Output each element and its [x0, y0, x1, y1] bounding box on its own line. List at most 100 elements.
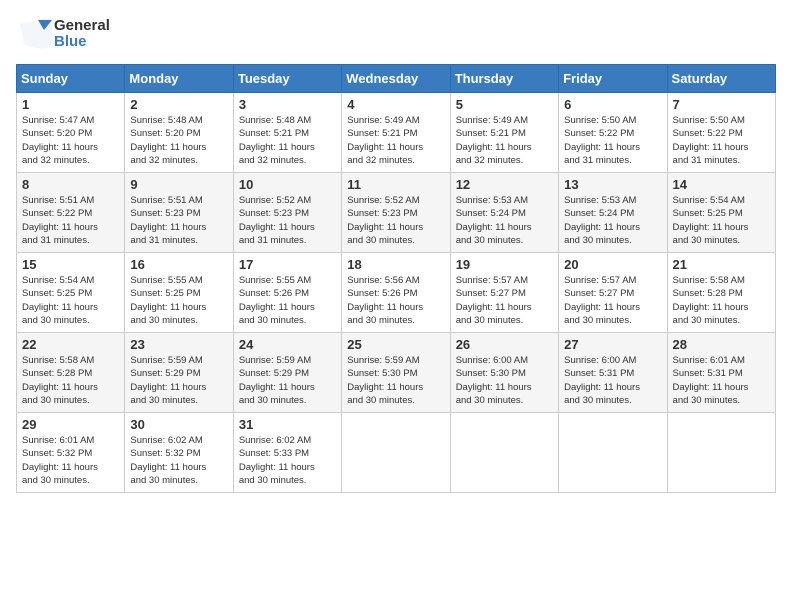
day-number: 20 [564, 257, 661, 272]
day-number: 18 [347, 257, 444, 272]
day-number: 31 [239, 417, 336, 432]
day-info: Sunrise: 5:48 AM Sunset: 5:21 PM Dayligh… [239, 114, 336, 167]
calendar-cell [450, 413, 558, 493]
calendar-cell: 25 Sunrise: 5:59 AM Sunset: 5:30 PM Dayl… [342, 333, 450, 413]
day-info: Sunrise: 5:51 AM Sunset: 5:22 PM Dayligh… [22, 194, 119, 247]
day-info: Sunrise: 5:59 AM Sunset: 5:29 PM Dayligh… [130, 354, 227, 407]
calendar-cell: 16 Sunrise: 5:55 AM Sunset: 5:25 PM Dayl… [125, 253, 233, 333]
day-info: Sunrise: 5:59 AM Sunset: 5:29 PM Dayligh… [239, 354, 336, 407]
calendar-cell: 31 Sunrise: 6:02 AM Sunset: 5:33 PM Dayl… [233, 413, 341, 493]
day-number: 17 [239, 257, 336, 272]
day-number: 10 [239, 177, 336, 192]
calendar-cell: 19 Sunrise: 5:57 AM Sunset: 5:27 PM Dayl… [450, 253, 558, 333]
day-info: Sunrise: 5:56 AM Sunset: 5:26 PM Dayligh… [347, 274, 444, 327]
day-info: Sunrise: 5:50 AM Sunset: 5:22 PM Dayligh… [564, 114, 661, 167]
day-info: Sunrise: 6:01 AM Sunset: 5:31 PM Dayligh… [673, 354, 770, 407]
calendar-week-row: 22 Sunrise: 5:58 AM Sunset: 5:28 PM Dayl… [17, 333, 776, 413]
day-info: Sunrise: 5:53 AM Sunset: 5:24 PM Dayligh… [456, 194, 553, 247]
day-info: Sunrise: 5:54 AM Sunset: 5:25 PM Dayligh… [673, 194, 770, 247]
day-info: Sunrise: 5:53 AM Sunset: 5:24 PM Dayligh… [564, 194, 661, 247]
calendar-cell [559, 413, 667, 493]
day-info: Sunrise: 6:00 AM Sunset: 5:30 PM Dayligh… [456, 354, 553, 407]
calendar-cell: 4 Sunrise: 5:49 AM Sunset: 5:21 PM Dayli… [342, 93, 450, 173]
calendar-cell: 29 Sunrise: 6:01 AM Sunset: 5:32 PM Dayl… [17, 413, 125, 493]
day-number: 4 [347, 97, 444, 112]
day-info: Sunrise: 5:52 AM Sunset: 5:23 PM Dayligh… [347, 194, 444, 247]
day-info: Sunrise: 5:55 AM Sunset: 5:25 PM Dayligh… [130, 274, 227, 327]
calendar-table: SundayMondayTuesdayWednesdayThursdayFrid… [16, 64, 776, 493]
day-number: 27 [564, 337, 661, 352]
day-number: 1 [22, 97, 119, 112]
calendar-cell: 13 Sunrise: 5:53 AM Sunset: 5:24 PM Dayl… [559, 173, 667, 253]
day-info: Sunrise: 5:47 AM Sunset: 5:20 PM Dayligh… [22, 114, 119, 167]
day-info: Sunrise: 6:00 AM Sunset: 5:31 PM Dayligh… [564, 354, 661, 407]
day-info: Sunrise: 5:55 AM Sunset: 5:26 PM Dayligh… [239, 274, 336, 327]
day-number: 21 [673, 257, 770, 272]
day-number: 14 [673, 177, 770, 192]
calendar-cell: 1 Sunrise: 5:47 AM Sunset: 5:20 PM Dayli… [17, 93, 125, 173]
day-number: 9 [130, 177, 227, 192]
calendar-cell: 30 Sunrise: 6:02 AM Sunset: 5:32 PM Dayl… [125, 413, 233, 493]
header-wednesday: Wednesday [342, 65, 450, 93]
calendar-cell: 2 Sunrise: 5:48 AM Sunset: 5:20 PM Dayli… [125, 93, 233, 173]
calendar-cell [342, 413, 450, 493]
day-number: 24 [239, 337, 336, 352]
logo-blue: Blue [54, 34, 110, 51]
calendar-cell: 21 Sunrise: 5:58 AM Sunset: 5:28 PM Dayl… [667, 253, 775, 333]
day-info: Sunrise: 5:57 AM Sunset: 5:27 PM Dayligh… [456, 274, 553, 327]
calendar-cell: 14 Sunrise: 5:54 AM Sunset: 5:25 PM Dayl… [667, 173, 775, 253]
calendar-cell: 24 Sunrise: 5:59 AM Sunset: 5:29 PM Dayl… [233, 333, 341, 413]
day-number: 7 [673, 97, 770, 112]
calendar-week-row: 1 Sunrise: 5:47 AM Sunset: 5:20 PM Dayli… [17, 93, 776, 173]
header-friday: Friday [559, 65, 667, 93]
calendar-cell: 20 Sunrise: 5:57 AM Sunset: 5:27 PM Dayl… [559, 253, 667, 333]
day-info: Sunrise: 5:52 AM Sunset: 5:23 PM Dayligh… [239, 194, 336, 247]
calendar-cell: 11 Sunrise: 5:52 AM Sunset: 5:23 PM Dayl… [342, 173, 450, 253]
day-number: 13 [564, 177, 661, 192]
day-info: Sunrise: 5:49 AM Sunset: 5:21 PM Dayligh… [456, 114, 553, 167]
day-info: Sunrise: 5:48 AM Sunset: 5:20 PM Dayligh… [130, 114, 227, 167]
calendar-cell: 17 Sunrise: 5:55 AM Sunset: 5:26 PM Dayl… [233, 253, 341, 333]
calendar-header-row: SundayMondayTuesdayWednesdayThursdayFrid… [17, 65, 776, 93]
day-number: 22 [22, 337, 119, 352]
logo-icon [16, 16, 52, 52]
calendar-cell: 27 Sunrise: 6:00 AM Sunset: 5:31 PM Dayl… [559, 333, 667, 413]
header-tuesday: Tuesday [233, 65, 341, 93]
calendar-cell: 15 Sunrise: 5:54 AM Sunset: 5:25 PM Dayl… [17, 253, 125, 333]
day-number: 8 [22, 177, 119, 192]
day-number: 16 [130, 257, 227, 272]
header-saturday: Saturday [667, 65, 775, 93]
header-monday: Monday [125, 65, 233, 93]
day-number: 11 [347, 177, 444, 192]
calendar-cell: 22 Sunrise: 5:58 AM Sunset: 5:28 PM Dayl… [17, 333, 125, 413]
day-number: 12 [456, 177, 553, 192]
day-number: 2 [130, 97, 227, 112]
calendar-week-row: 29 Sunrise: 6:01 AM Sunset: 5:32 PM Dayl… [17, 413, 776, 493]
day-info: Sunrise: 5:49 AM Sunset: 5:21 PM Dayligh… [347, 114, 444, 167]
day-number: 6 [564, 97, 661, 112]
day-info: Sunrise: 5:54 AM Sunset: 5:25 PM Dayligh… [22, 274, 119, 327]
day-number: 28 [673, 337, 770, 352]
day-number: 26 [456, 337, 553, 352]
day-info: Sunrise: 6:01 AM Sunset: 5:32 PM Dayligh… [22, 434, 119, 487]
day-info: Sunrise: 5:58 AM Sunset: 5:28 PM Dayligh… [673, 274, 770, 327]
calendar-week-row: 15 Sunrise: 5:54 AM Sunset: 5:25 PM Dayl… [17, 253, 776, 333]
calendar-cell: 6 Sunrise: 5:50 AM Sunset: 5:22 PM Dayli… [559, 93, 667, 173]
logo: General Blue [16, 16, 110, 52]
page-header: General Blue [16, 16, 776, 52]
day-number: 23 [130, 337, 227, 352]
day-number: 15 [22, 257, 119, 272]
day-info: Sunrise: 5:51 AM Sunset: 5:23 PM Dayligh… [130, 194, 227, 247]
day-number: 3 [239, 97, 336, 112]
day-info: Sunrise: 5:50 AM Sunset: 5:22 PM Dayligh… [673, 114, 770, 167]
logo-general: General [54, 18, 110, 35]
calendar-cell: 8 Sunrise: 5:51 AM Sunset: 5:22 PM Dayli… [17, 173, 125, 253]
day-number: 30 [130, 417, 227, 432]
day-info: Sunrise: 5:59 AM Sunset: 5:30 PM Dayligh… [347, 354, 444, 407]
day-number: 5 [456, 97, 553, 112]
day-number: 25 [347, 337, 444, 352]
calendar-cell: 28 Sunrise: 6:01 AM Sunset: 5:31 PM Dayl… [667, 333, 775, 413]
logo-container: General Blue [16, 16, 110, 52]
calendar-cell: 26 Sunrise: 6:00 AM Sunset: 5:30 PM Dayl… [450, 333, 558, 413]
calendar-cell: 10 Sunrise: 5:52 AM Sunset: 5:23 PM Dayl… [233, 173, 341, 253]
